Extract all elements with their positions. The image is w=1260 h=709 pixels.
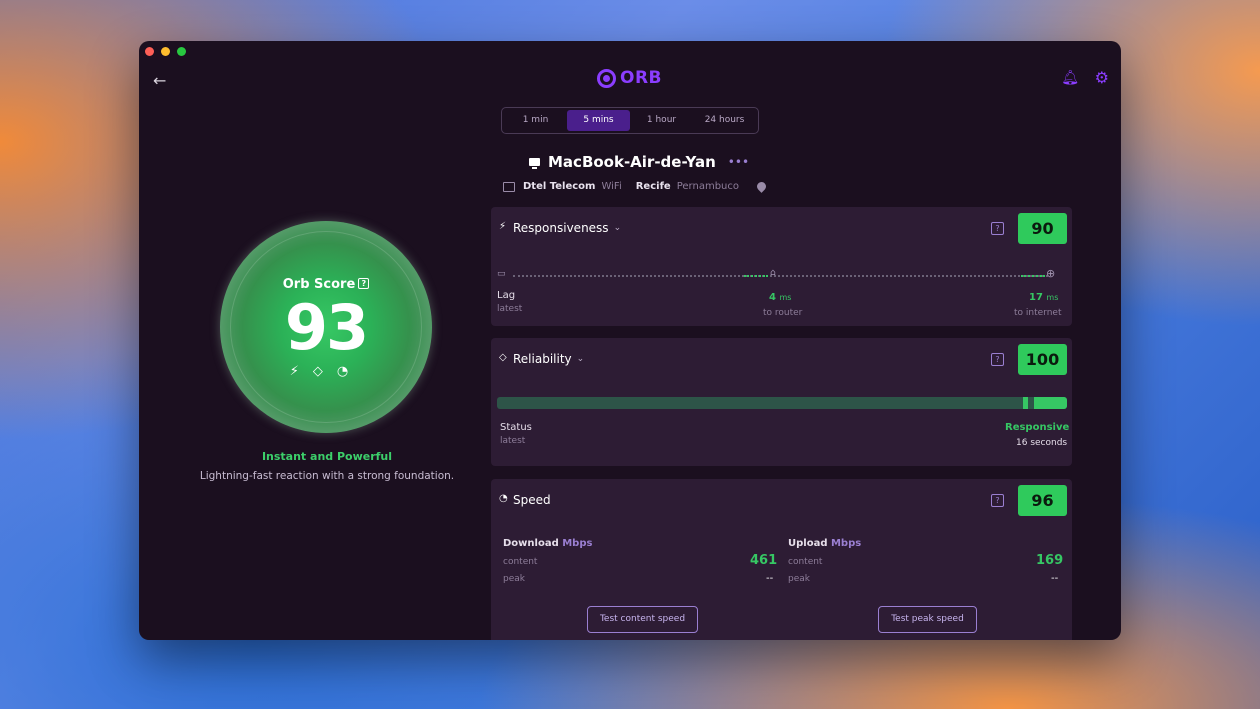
help-icon[interactable]: ?: [991, 494, 1004, 507]
upload-unit: Mbps: [830, 538, 862, 549]
orb-score-title: Orb Score: [282, 277, 356, 292]
diamond-icon: ◇: [312, 364, 337, 379]
gear-icon[interactable]: ⚙︎: [1095, 68, 1109, 87]
responsiveness-score: 90: [1018, 213, 1067, 244]
minimize-window-button[interactable]: [161, 47, 170, 56]
app-window: ← ORB 🔔︎ ⚙︎ 1 min 5 mins 1 hour 24 hours…: [139, 41, 1121, 640]
internet-lag-number: 17: [1029, 292, 1043, 303]
logo-text: ORB: [620, 68, 662, 88]
chevron-down-icon: ⌄: [613, 223, 622, 233]
orb-description: Lightning-fast reaction with a strong fo…: [199, 470, 455, 482]
device-header: MacBook-Air-de-Yan •••: [529, 153, 749, 171]
device-name: MacBook-Air-de-Yan: [548, 153, 716, 171]
responsiveness-title[interactable]: Responsiveness ⌄: [513, 221, 621, 235]
download-peak-value: --: [766, 573, 774, 584]
lightning-icon: ⚡︎: [289, 364, 313, 379]
orb-tagline: Instant and Powerful: [261, 450, 393, 463]
orb-metric-icons: ⚡︎◇◔: [220, 364, 432, 379]
reliability-latest-segment: [1034, 397, 1067, 409]
internet-lag-unit: ms: [1046, 293, 1059, 302]
orb-score-gauge: Orb Score? 93 ⚡︎◇◔: [220, 221, 432, 433]
reliability-tick: [1023, 397, 1028, 409]
test-peak-speed-button[interactable]: Test peak speed: [878, 606, 977, 633]
tab-5-mins[interactable]: 5 mins: [567, 110, 630, 131]
tab-1-min[interactable]: 1 min: [504, 110, 567, 131]
orb-logo-icon: [597, 68, 616, 88]
chevron-down-icon: ⌄: [576, 354, 585, 364]
lightning-icon: ⚡︎: [499, 221, 507, 232]
upload-peak-value: --: [1051, 573, 1059, 584]
speedometer-icon: ◔: [499, 493, 508, 504]
help-icon[interactable]: ?: [991, 353, 1004, 366]
responsiveness-card: ⚡︎ Responsiveness ⌄ ? 90 ▭ ⌂ ⊕ Lag latest…: [491, 207, 1072, 326]
reliability-timeline-bar: [497, 397, 1067, 409]
bell-icon[interactable]: 🔔︎: [1061, 70, 1079, 86]
router-lag-value: 4 ms: [769, 292, 791, 303]
internet-lag-value: 17 ms: [1029, 292, 1058, 303]
lag-sub: latest: [497, 304, 523, 314]
upload-content-value: 169: [1036, 553, 1064, 568]
upload-label-text: Upload: [788, 538, 828, 549]
orb-score-value: 93: [284, 291, 369, 364]
download-peak-label: peak: [503, 574, 525, 584]
window-controls: [145, 47, 186, 56]
laptop-icon: ▭: [497, 269, 506, 279]
reliability-score: 100: [1018, 344, 1067, 375]
status-time: 16 seconds: [1016, 438, 1068, 448]
diamond-icon: ◇: [499, 352, 507, 363]
router-lag-unit: ms: [779, 293, 792, 302]
city-name: Recife: [635, 181, 671, 192]
speedometer-icon: ◔: [336, 364, 363, 379]
upload-label: Upload Mbps: [788, 538, 861, 549]
router-lag-segment: [744, 275, 768, 277]
lag-label: Lag: [497, 290, 516, 301]
reliability-title-text: Reliability: [513, 352, 572, 366]
download-content-value: 461: [750, 553, 778, 568]
reliability-card: ◇ Reliability ⌄ ? 100 Status latest Respo…: [491, 338, 1072, 466]
isp-name: Dtel Telecom: [523, 181, 596, 192]
orb-score-label: Orb Score?: [220, 277, 432, 292]
upload-content-label: content: [788, 557, 823, 567]
speed-card: ◔ Speed ? 96 Download Mbps content peak …: [491, 479, 1072, 640]
app-logo: ORB: [597, 68, 662, 88]
router-icon: [503, 181, 515, 192]
tab-1-hour[interactable]: 1 hour: [630, 110, 693, 131]
router-icon: ⌂: [770, 268, 776, 278]
test-content-speed-button[interactable]: Test content speed: [587, 606, 698, 633]
connection-type: WiFi: [601, 181, 622, 192]
speed-title: Speed: [513, 493, 551, 507]
router-lag-number: 4: [769, 292, 776, 303]
location-pin-icon: [755, 180, 768, 193]
download-label-text: Download: [503, 538, 559, 549]
status-label: Status: [500, 422, 532, 433]
router-lag-sub: to router: [763, 308, 803, 318]
reliability-title[interactable]: Reliability ⌄: [513, 352, 584, 366]
network-info: Dtel Telecom WiFi Recife Pernambuco: [503, 180, 768, 193]
internet-lag-sub: to internet: [1014, 308, 1062, 318]
upload-peak-label: peak: [788, 574, 810, 584]
tab-24-hours[interactable]: 24 hours: [693, 110, 756, 131]
speed-title-text: Speed: [513, 493, 551, 507]
download-unit: Mbps: [562, 538, 593, 549]
speed-score: 96: [1018, 485, 1067, 516]
back-arrow-icon[interactable]: ←: [153, 71, 166, 90]
responsiveness-title-text: Responsiveness: [513, 221, 609, 235]
globe-icon: ⊕: [1046, 267, 1056, 280]
help-icon[interactable]: ?: [991, 222, 1004, 235]
internet-lag-segment: [1021, 275, 1045, 277]
status-sub: latest: [500, 436, 526, 446]
more-options-icon[interactable]: •••: [728, 155, 749, 169]
zoom-window-button[interactable]: [177, 47, 186, 56]
download-content-label: content: [503, 557, 538, 567]
download-label: Download Mbps: [503, 538, 592, 549]
laptop-icon: [529, 158, 540, 169]
lag-track: [513, 275, 1048, 277]
help-icon[interactable]: ?: [358, 278, 370, 289]
status-value: Responsive: [1005, 422, 1070, 433]
time-range-tabs: 1 min 5 mins 1 hour 24 hours: [501, 107, 759, 134]
close-window-button[interactable]: [145, 47, 154, 56]
state-name: Pernambuco: [676, 181, 739, 192]
